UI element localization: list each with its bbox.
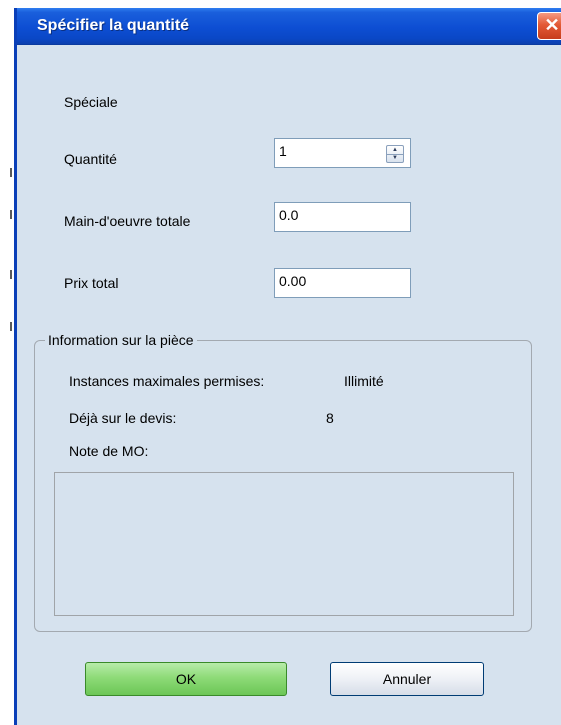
dialog-title: Spécifier la quantité — [37, 17, 190, 34]
edge-mark — [10, 168, 12, 177]
labor-field[interactable]: 0.0 — [274, 202, 411, 232]
background-window-edge — [0, 0, 14, 725]
special-label: Spéciale — [64, 94, 118, 110]
close-icon: ✕ — [544, 15, 560, 35]
labor-note-label: Note de MO: — [69, 443, 149, 459]
edge-mark — [10, 322, 12, 331]
labor-label: Main-d'oeuvre totale — [64, 213, 191, 229]
quantity-stepper[interactable]: 1 ▲ ▼ — [274, 138, 411, 168]
edge-mark — [10, 270, 12, 279]
title-bar[interactable]: Spécifier la quantité ✕ — [17, 8, 561, 45]
max-instances-value: Illimité — [344, 373, 384, 389]
cancel-button[interactable]: Annuler — [330, 662, 484, 696]
quantity-label: Quantité — [64, 151, 117, 167]
quantity-spinner[interactable]: ▲ ▼ — [386, 145, 404, 163]
arrow-down-icon[interactable]: ▼ — [387, 154, 403, 162]
price-value: 0.00 — [279, 273, 307, 289]
price-label: Prix total — [64, 275, 119, 291]
cancel-button-label: Annuler — [382, 671, 432, 687]
labor-value: 0.0 — [279, 207, 299, 223]
edge-mark — [10, 210, 12, 219]
ok-button[interactable]: OK — [85, 662, 287, 696]
already-on-quote-label: Déjà sur le devis: — [69, 410, 177, 426]
max-instances-label: Instances maximales permises: — [69, 373, 265, 389]
quantity-value: 1 — [279, 143, 287, 159]
price-field[interactable]: 0.00 — [274, 268, 411, 298]
part-info-title: Information sur la pièce — [45, 332, 197, 348]
labor-note-textarea[interactable] — [54, 472, 514, 616]
already-on-quote-value: 8 — [326, 410, 334, 426]
close-button[interactable]: ✕ — [537, 12, 561, 40]
ok-button-label: OK — [175, 671, 197, 687]
